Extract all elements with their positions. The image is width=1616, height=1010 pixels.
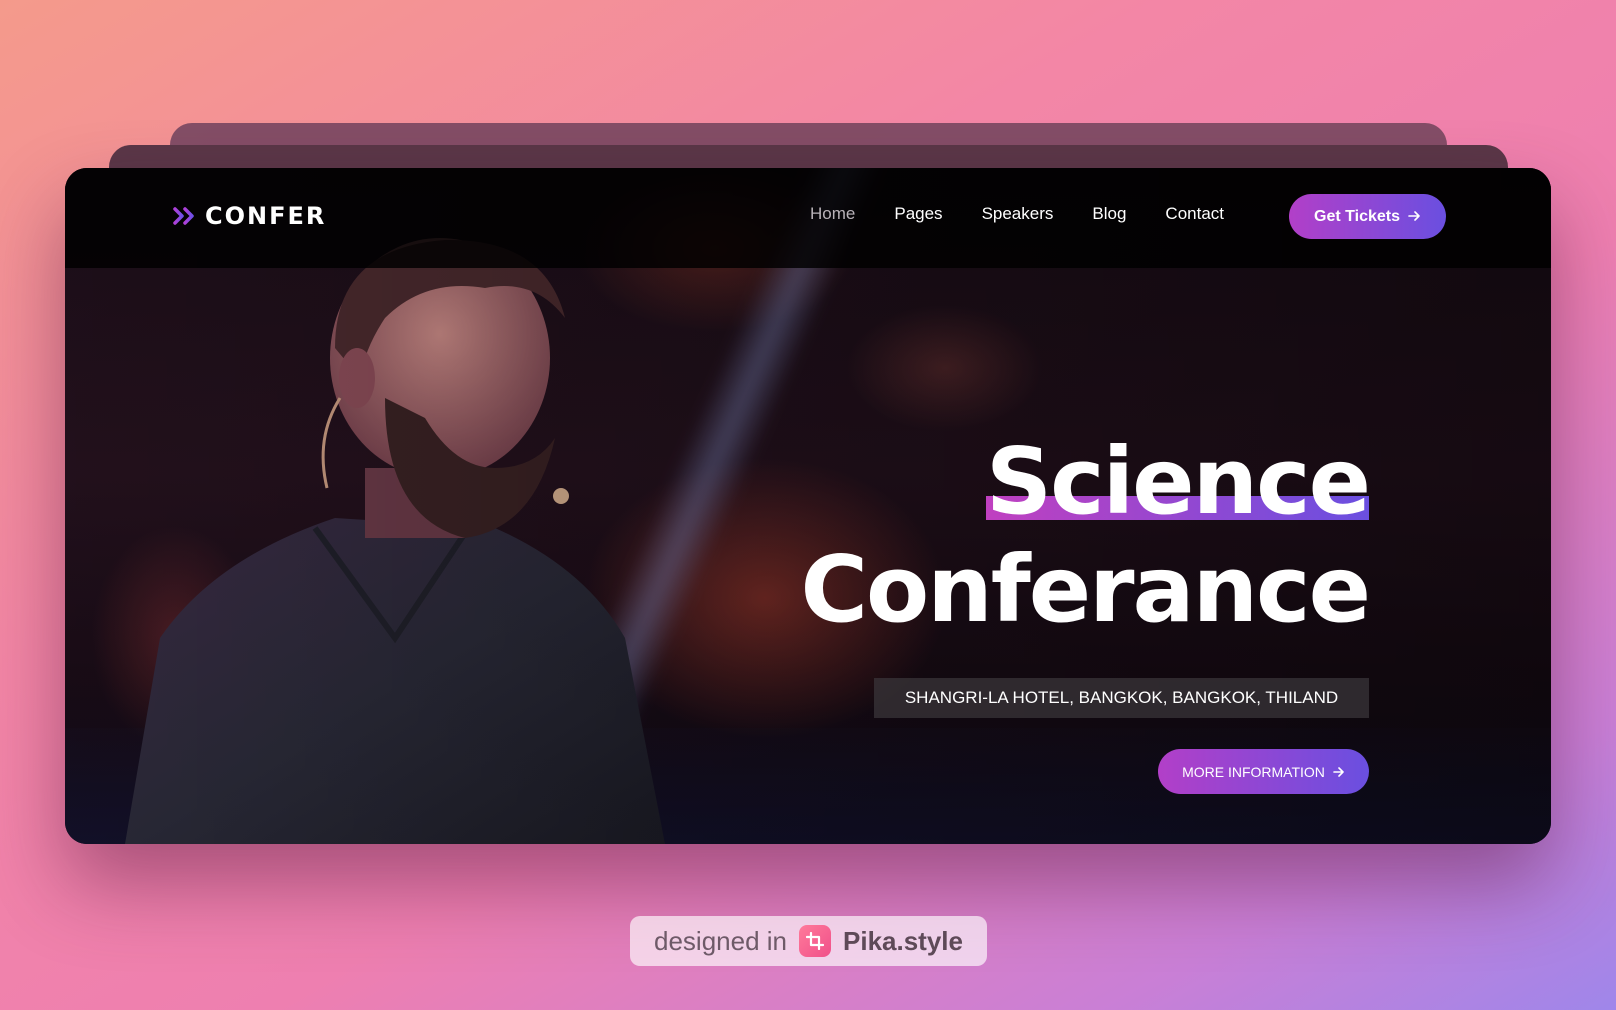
more-information-button[interactable]: MORE INFORMATION (1158, 749, 1369, 794)
hero-title-line1-text: Science (985, 428, 1371, 535)
watermark-product: Pika.style (843, 925, 963, 956)
pika-watermark[interactable]: designed in Pika.style (630, 916, 987, 966)
arrow-right-icon (1408, 208, 1421, 226)
crop-icon (799, 925, 831, 957)
event-location: SHANGRI-LA HOTEL, BANGKOK, BANGKOK, THIL… (874, 678, 1369, 718)
brand-name: CONFER (205, 202, 327, 230)
hero-title-line2: Conferance (800, 536, 1371, 643)
watermark-prefix: designed in (654, 925, 787, 956)
get-tickets-button[interactable]: Get Tickets (1289, 194, 1446, 239)
hero-title: Science Conferance (800, 428, 1371, 644)
website-preview-window: CONFER Home Pages Speakers Blog Contact … (65, 168, 1551, 844)
get-tickets-label: Get Tickets (1314, 207, 1400, 225)
hero-title-line1: Science (985, 428, 1371, 536)
nav-link-contact[interactable]: Contact (1165, 204, 1224, 224)
nav-link-pages[interactable]: Pages (894, 204, 942, 224)
more-information-label: MORE INFORMATION (1182, 763, 1325, 780)
nav-link-speakers[interactable]: Speakers (982, 204, 1054, 224)
brand-logo[interactable]: CONFER (173, 202, 326, 230)
top-navigation: CONFER Home Pages Speakers Blog Contact … (65, 168, 1551, 268)
double-chevron-icon (173, 206, 197, 226)
nav-links: Home Pages Speakers Blog Contact (810, 204, 1224, 224)
nav-link-home[interactable]: Home (810, 204, 855, 224)
arrow-right-icon (1333, 764, 1345, 780)
nav-link-blog[interactable]: Blog (1092, 204, 1126, 224)
